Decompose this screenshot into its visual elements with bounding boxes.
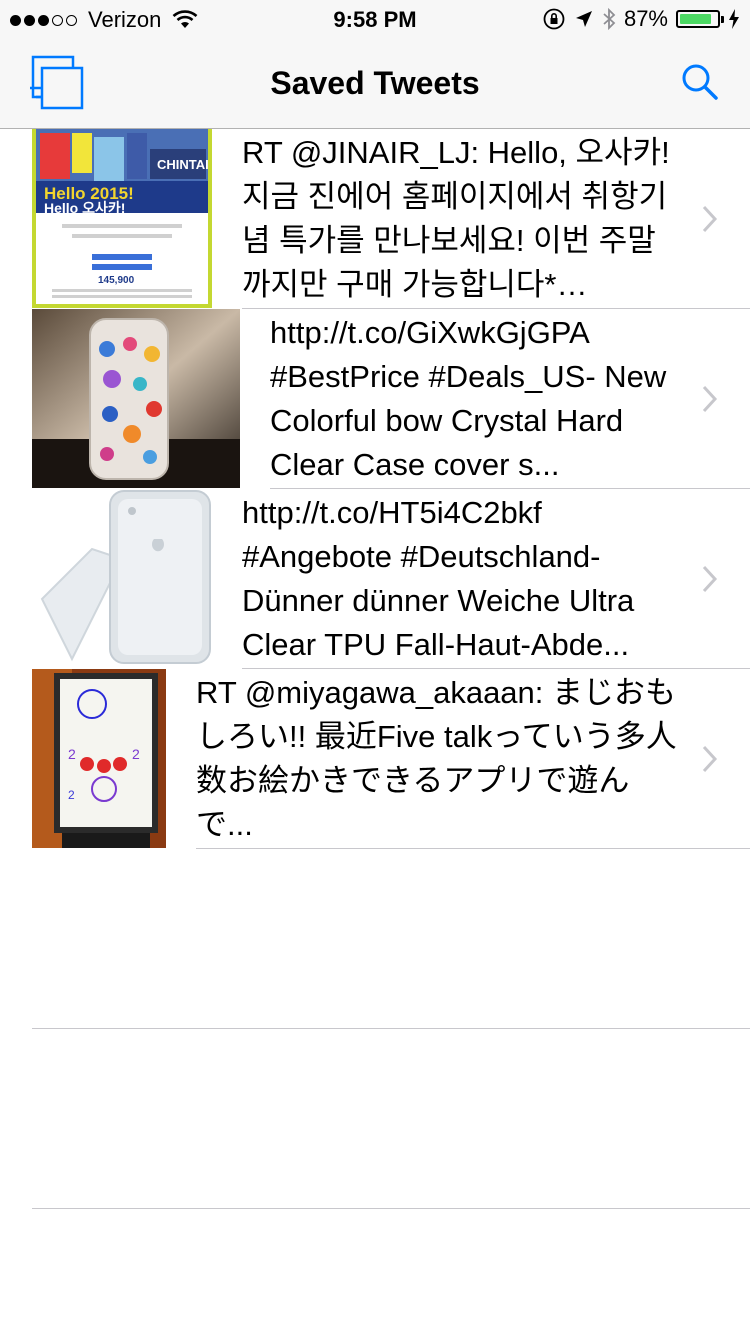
search-icon	[682, 64, 718, 100]
tweet-row[interactable]: http://t.co/HT5i4C2bkf #Angebote #Deutsc…	[0, 489, 750, 669]
charging-bolt-icon	[729, 9, 739, 29]
jinair-ad-thumbnail: CHINTAI Hello 2015! Hello 오사카! 145,900	[32, 129, 212, 308]
tweet-row[interactable]: http://t.co/GiXwkGjGPA #BestPrice #Deals…	[0, 309, 750, 489]
tweet-row[interactable]: CHINTAI Hello 2015! Hello 오사카! 145,900 R…	[0, 129, 750, 309]
search-button[interactable]	[680, 62, 720, 102]
battery-percent: 87%	[623, 6, 668, 31]
bluetooth-icon	[603, 7, 616, 31]
svg-text:Hello 오사카!: Hello 오사카!	[44, 200, 125, 216]
tweet-text: http://t.co/GiXwkGjGPA #BestPrice #Deals…	[270, 315, 667, 482]
crystal-phone-case-thumbnail	[32, 309, 240, 488]
tweet-text: http://t.co/HT5i4C2bkf #Angebote #Deutsc…	[242, 495, 635, 662]
battery-body	[676, 10, 720, 28]
tweet-row[interactable]: 2 2 2 RT @miyagawa_akaaan: まじおもしろい!! 最近F…	[0, 669, 750, 849]
row-separator	[32, 1208, 750, 1209]
tweet-text: RT @JINAIR_LJ: Hello, 오사카! 지금 진에어 홈페이지에서…	[242, 135, 670, 302]
chevron-right-icon	[702, 745, 718, 773]
page-title: Saved Tweets	[270, 65, 480, 101]
chevron-right-icon	[702, 205, 718, 233]
empty-row	[0, 1029, 750, 1209]
battery-icon	[676, 10, 724, 28]
location-arrow-icon	[575, 11, 592, 27]
clear-phone-case-thumbnail	[32, 489, 212, 668]
empty-row	[0, 849, 750, 1029]
chevron-right-icon	[702, 565, 718, 593]
svg-text:145,900: 145,900	[98, 275, 135, 286]
svg-text:2: 2	[68, 746, 76, 762]
navigation-bar: Saved Tweets	[0, 40, 750, 129]
svg-text:2: 2	[132, 746, 140, 762]
tweet-text: RT @miyagawa_akaaan: まじおもしろい!! 最近Five ta…	[196, 675, 677, 842]
drawing-board-thumbnail: 2 2 2	[32, 669, 166, 848]
battery-fill	[680, 14, 712, 24]
chevron-right-icon	[702, 385, 718, 413]
status-bar: Verizon 9:58 PM 87%	[0, 0, 750, 40]
orientation-lock-icon	[543, 8, 565, 30]
saved-tweets-list: CHINTAI Hello 2015! Hello 오사카! 145,900 R…	[0, 129, 750, 1209]
battery-nub	[721, 15, 724, 23]
svg-text:2: 2	[68, 788, 75, 802]
svg-text:CHINTAI: CHINTAI	[157, 157, 209, 172]
status-right: 87%	[534, 6, 740, 32]
